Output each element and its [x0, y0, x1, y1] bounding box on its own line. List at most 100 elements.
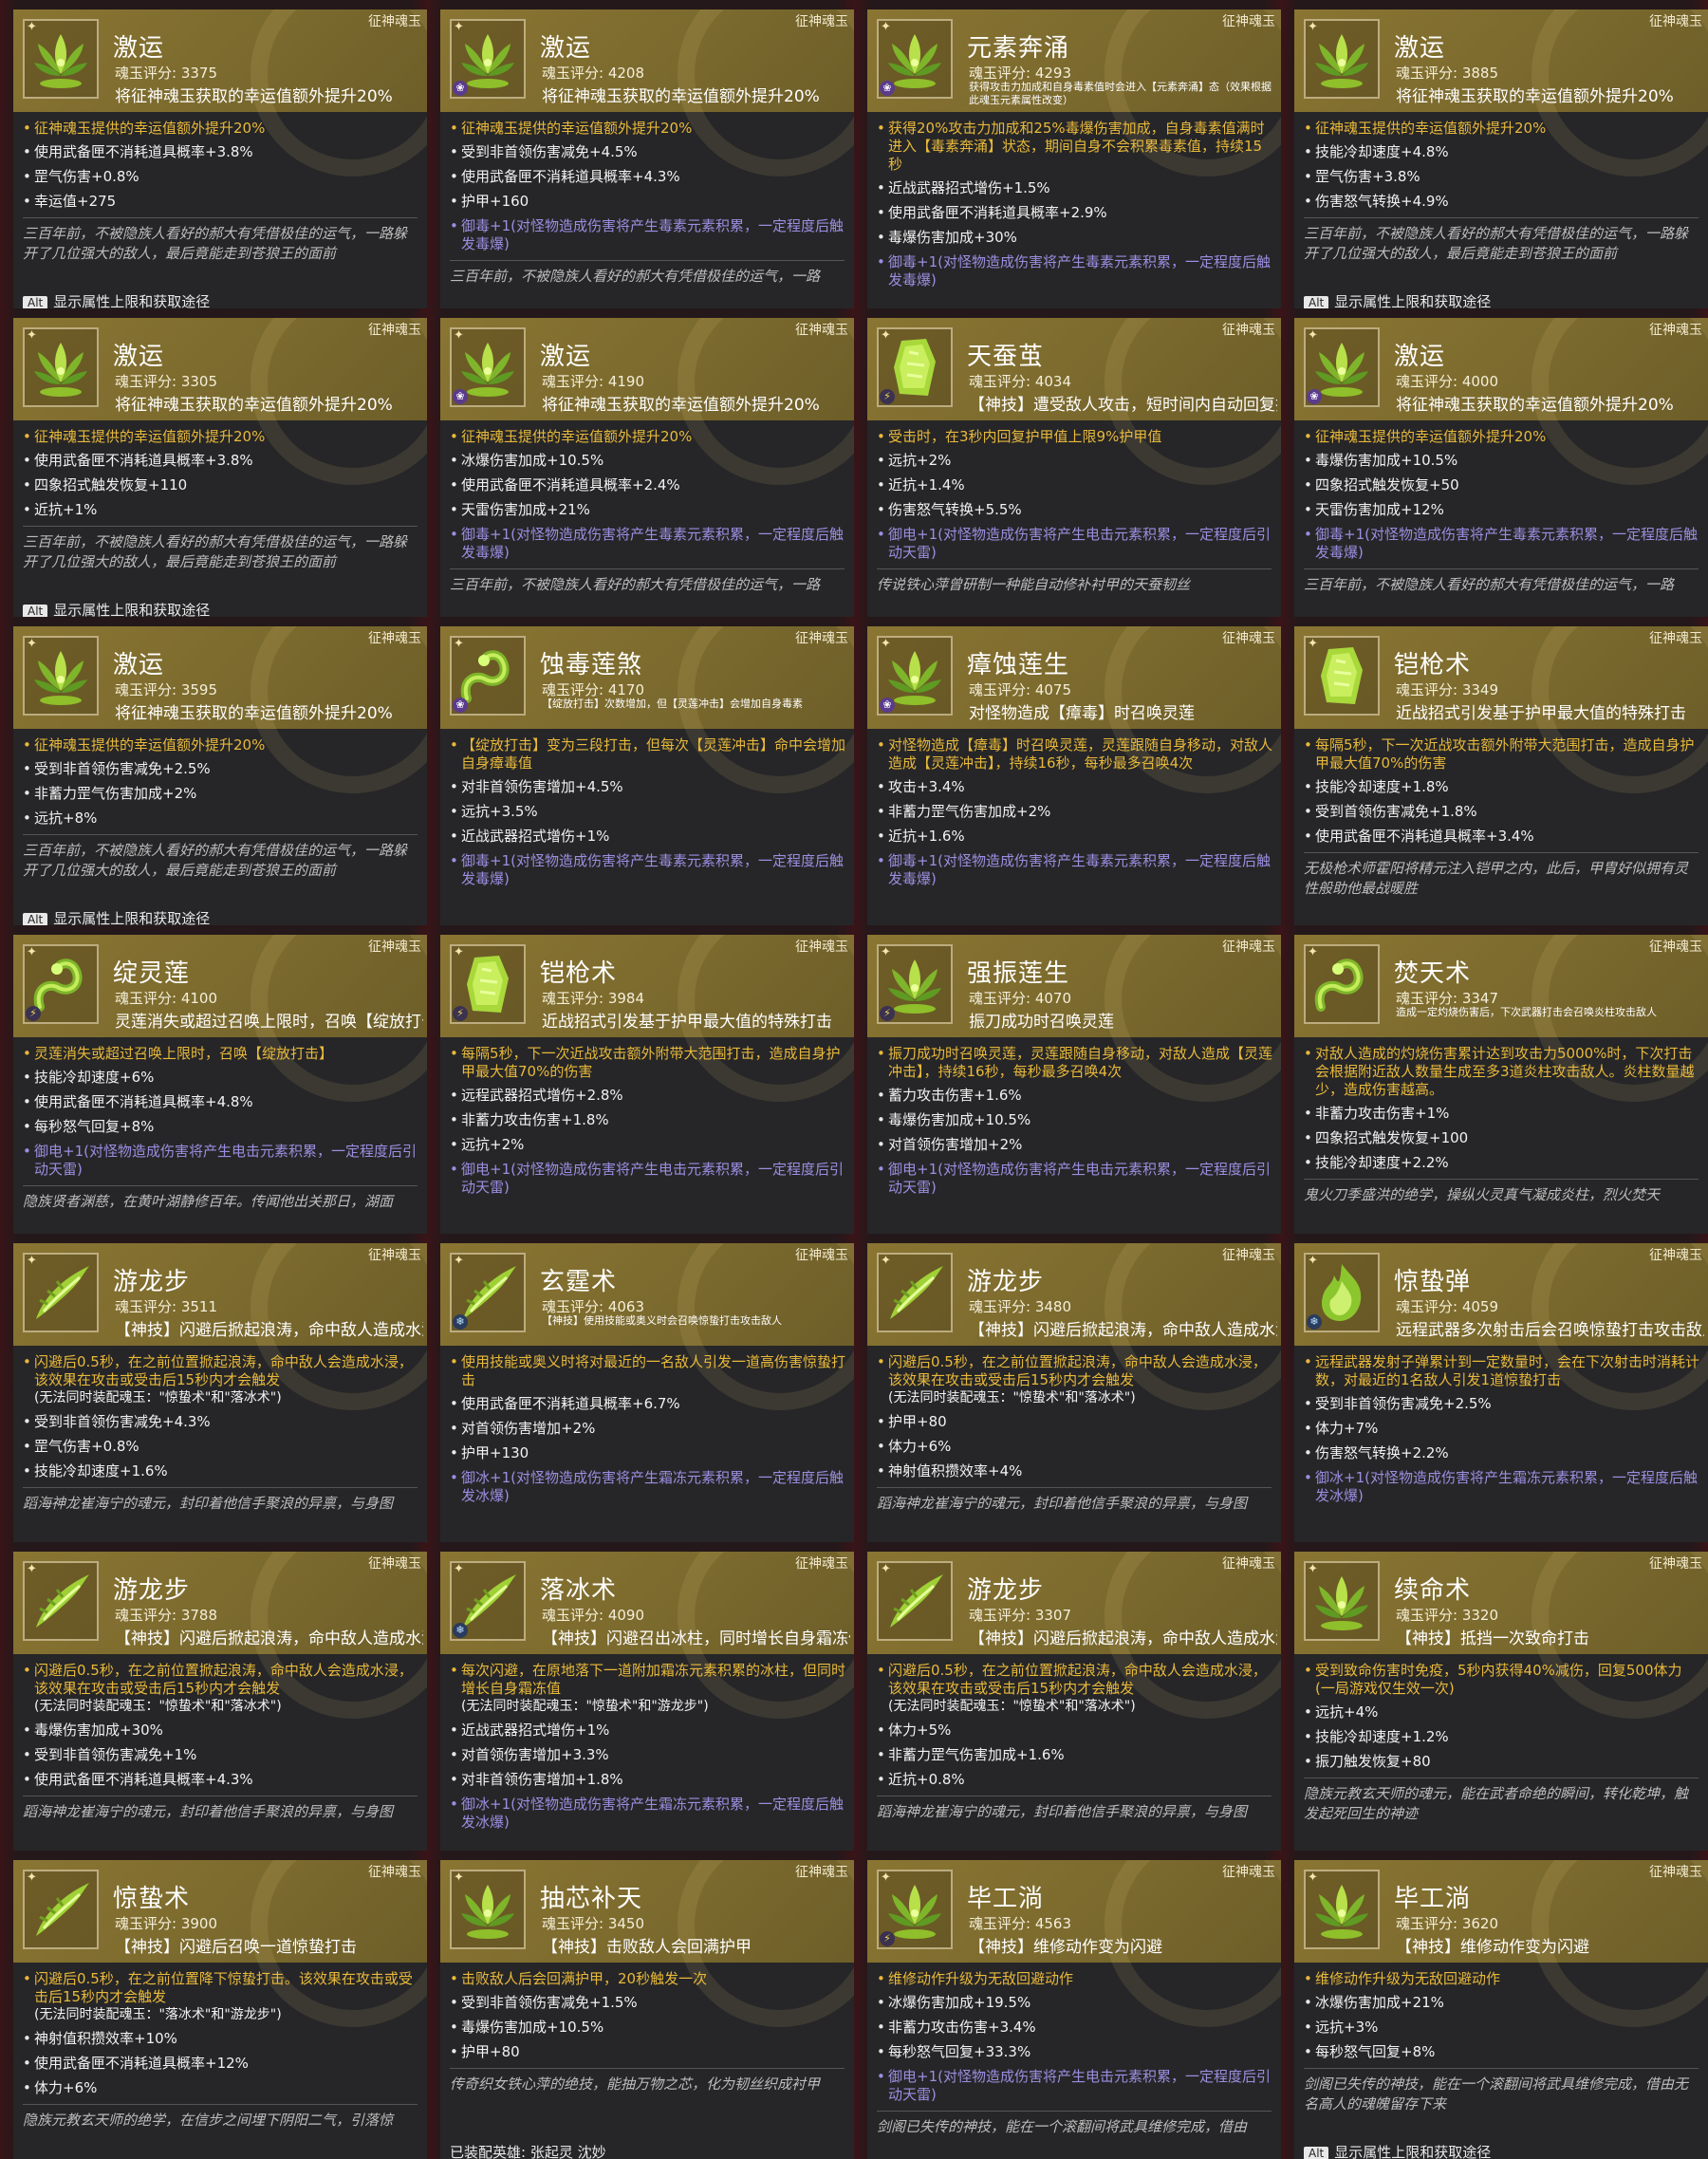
soul-jade-card[interactable]: 征神魂玉 ✦ 游龙步魂玉评分: 3788 【神技】闪避后掀起浪涛，命中敌人造成水浸闪避… [13, 1552, 427, 1851]
effect-text: 对敌人造成的灼烧伤害累计达到攻击力5000%时，下次打击会根据附近敌人数量生成至… [1315, 1045, 1695, 1098]
jade-summary: 【绽放打击】次数增加，但【灵莲冲击】会增加自身毒素 [542, 698, 803, 710]
element-effect: 御冰+1(对怪物造成伤害将产生霜冻元素积累，一定程度后触发冰爆) [450, 1796, 846, 1832]
effect-text: 御冰+1(对怪物造成伤害将产生霜冻元素积累，一定程度后触发冰爆) [461, 1469, 844, 1504]
jade-icon-frame: ✦ [450, 1870, 526, 1949]
alt-key[interactable]: Alt [1304, 296, 1329, 308]
effect-text: 御电+1(对怪物造成伤害将产生电击元素积累，一定程度后引动天雷) [888, 2068, 1271, 2103]
main-effect: 闪避后0.5秒，在之前位置掀起浪涛，命中敌人会造成水浸，该效果在攻击或受击后15… [877, 1662, 1273, 1716]
soul-jade-card[interactable]: 征神魂玉 ✦ ❀ 元素奔涌 魂玉评分: 4293 获得攻击力加成和自身毒素值时会进入【元素… [867, 9, 1281, 308]
effect-text: 体力+6% [888, 1438, 952, 1455]
soul-jade-card[interactable]: 征神魂玉✦❀激运魂玉评分: 4000将征神魂玉获取的幸运值额外提升20%征神魂玉… [1294, 318, 1708, 617]
jade-score: 魂玉评分: 3349 [1396, 681, 1498, 698]
alt-key[interactable]: Alt [23, 913, 48, 925]
lore-text: 传说铁心萍曾研制一种能自动修补衬甲的天蚕韧丝 [877, 576, 1191, 593]
element-effect: 御电+1(对怪物造成伤害将产生电击元素积累，一定程度后引动天雷) [877, 526, 1273, 562]
soul-jade-card[interactable]: 征神魂玉 ✦ 游龙步魂玉评分: 3480 【神技】闪避后掀起浪涛，命中敌人造成水浸闪避… [867, 1243, 1281, 1542]
soul-jade-card[interactable]: 征神魂玉 ✦⚡ 毕工淌魂玉评分: 4563 【神技】维修动作变为闪避维修动作升级为无敌… [867, 1860, 1281, 2159]
stat-effect: 四象招式触发恢复+110 [23, 476, 419, 494]
soul-jade-card[interactable]: 征神魂玉 ✦ ❄ 玄霆术 魂玉评分: 4063 【神技】使用技能或奥义时会召唤惊蛰打击攻击… [440, 1243, 854, 1542]
stat-effect: 罡气伤害+0.8% [23, 1438, 419, 1456]
soul-jade-card[interactable]: 征神魂玉 ✦ 抽芯补天魂玉评分: 3450 【神技】击败敌人会回满护甲击败敌人后会回满… [440, 1860, 854, 2159]
item-type-tag: 征神魂玉 [1649, 1865, 1702, 1880]
soul-jade-card[interactable]: 征神魂玉 ✦❄ 惊蛰弹魂玉评分: 4059 远程武器多次射击后会召唤惊蛰打击攻击敌人远… [1294, 1243, 1708, 1542]
effect-text: 冰爆伤害加成+21% [1315, 1994, 1444, 2011]
equipped-text: 已装配英雄: 张起灵 沈妙 [450, 2144, 606, 2159]
alt-key[interactable]: Alt [1304, 2147, 1329, 2159]
soul-jade-card[interactable]: 征神魂玉 ✦ 毕工淌魂玉评分: 3620 【神技】维修动作变为闪避维修动作升级为无敌回… [1294, 1860, 1708, 2159]
soul-jade-card[interactable]: 征神魂玉 ✦⚡ 强振莲生魂玉评分: 4070 振刀成功时召唤灵莲振刀成功时召唤灵莲，灵… [867, 935, 1281, 1234]
ice-element-icon: ❄ [453, 1314, 468, 1330]
soul-jade-card[interactable]: 征神魂玉 ✦ 续命术魂玉评分: 3320 【神技】抵挡一次致命打击受到致命伤害时免疫，… [1294, 1552, 1708, 1851]
divider [1304, 217, 1699, 218]
alt-hint-text: 显示属性上限和获取途径 [53, 293, 211, 308]
soul-jade-card[interactable]: 征神魂玉 ✦⚡ 天蚕茧魂玉评分: 4034 【神技】遭受敌人攻击，短时间内自动回复护甲… [867, 318, 1281, 617]
soul-jade-card[interactable]: 征神魂玉✦❀激运魂玉评分: 4208将征神魂玉获取的幸运值额外提升20%征神魂玉… [440, 9, 854, 308]
effect-text: 毒爆伤害加成+10.5% [1315, 452, 1458, 469]
soul-jade-card[interactable]: 征神魂玉 ✦ 游龙步魂玉评分: 3307 【神技】闪避后掀起浪涛，命中敌人造成水浸闪避… [867, 1552, 1281, 1851]
stat-effect: 技能冷却速度+2.2% [1304, 1154, 1700, 1172]
effect-text: 御毒+1(对怪物造成伤害将产生毒素元素积累，一定程度后触发毒爆) [461, 526, 844, 561]
card-cell: 征神魂玉 ✦ 激运魂玉评分: 3885 将征神魂玉获取的幸运值额外提升20% 征神魂玉提… [1281, 0, 1708, 308]
effect-list: 维修动作升级为无敌回避动作冰爆伤害加成+19.5% 非蓄力攻击伤害+3.4% 每秒怒… [867, 1963, 1281, 2104]
soul-jade-card[interactable]: 征神魂玉 ✦ 铠枪术魂玉评分: 3349 近战招式引发基于护甲最大值的特殊打击每隔5秒… [1294, 626, 1708, 925]
stat-effect: 使用武备匣不消耗道具概率+3.8% [23, 452, 419, 470]
soul-jade-card[interactable]: 征神魂玉 ✦ ❀ 蚀毒莲煞 魂玉评分: 4170 【绽放打击】次数增加，但【灵莲冲击】会增… [440, 626, 854, 925]
card-cell: 征神魂玉 ✦❄ 落冰术魂玉评分: 4090 【神技】闪避召出冰柱，同时增长自身霜冻值每… [427, 1542, 854, 1851]
effect-text: 使用武备匣不消耗道具概率+6.7% [461, 1395, 680, 1412]
card-cell: 征神魂玉 ✦⚡ 铠枪术魂玉评分: 3984 近战招式引发基于护甲最大值的特殊打击每隔5… [427, 925, 854, 1234]
element-effect: 御冰+1(对怪物造成伤害将产生霜冻元素积累，一定程度后触发冰爆) [1304, 1469, 1700, 1505]
soul-jade-card[interactable]: 征神魂玉 ✦ ⚡ 绽灵莲 魂玉评分: 4100 灵莲消失或超过召唤上限时，召唤【绽放打击】… [13, 935, 427, 1234]
effect-text: 灵莲消失或超过召唤上限时，召唤【绽放打击】 [34, 1045, 334, 1062]
effect-text: 对怪物造成【瘴毒】时召唤灵莲，灵莲跟随自身移动，对敌人造成【灵莲冲击】，持续16… [888, 736, 1273, 772]
effect-text: 御毒+1(对怪物造成伤害将产生毒素元素积累，一定程度后触发毒爆) [1315, 526, 1698, 561]
divider [1304, 1777, 1699, 1778]
jade-icon-frame: ✦ [877, 1561, 953, 1641]
soul-jade-card[interactable]: 征神魂玉 ✦ 激运魂玉评分: 3595 将征神魂玉获取的幸运值额外提升20% 征神魂玉提… [13, 626, 427, 925]
stat-effect: 四象招式触发恢复+100 [1304, 1129, 1700, 1147]
stat-effect: 使用武备匣不消耗道具概率+6.7% [450, 1395, 846, 1413]
stat-effect: 使用武备匣不消耗道具概率+4.3% [450, 168, 846, 186]
jade-name: 游龙步 [967, 1268, 1045, 1296]
stat-effect: 远抗+3% [1304, 2019, 1700, 2037]
jade-score: 魂玉评分: 3305 [115, 373, 217, 390]
electric-element-icon: ⚡ [880, 389, 895, 404]
effect-text: 御电+1(对怪物造成伤害将产生电击元素积累，一定程度后引动天雷) [888, 1161, 1271, 1196]
effect-text: 远抗+8% [34, 810, 98, 827]
effect-list: 对怪物造成【瘴毒】时召唤灵莲，灵莲跟随自身移动，对敌人造成【灵莲冲击】，持续16… [867, 729, 1281, 888]
effect-text: 受到非首领伤害减免+1.5% [461, 1994, 638, 2011]
effect-text: 受到非首领伤害减免+2.5% [34, 760, 211, 777]
soul-jade-card[interactable]: 征神魂玉 ✦❄ 落冰术魂玉评分: 4090 【神技】闪避召出冰柱，同时增长自身霜冻值每… [440, 1552, 854, 1851]
effect-list: 使用技能或奥义时将对最近的一名敌人引发一道高伤害惊蛰打击使用武备匣不消耗道具概率… [440, 1346, 854, 1505]
stat-effect: 使用武备匣不消耗道具概率+3.8% [23, 143, 419, 161]
stat-effect: 罡气伤害+0.8% [23, 168, 419, 186]
lore-text: 三百年前，不被隐族人看好的郝大有凭借极佳的运气，一路躲开了几位强大的敌人，最后竟… [1304, 225, 1689, 262]
effect-text: 征神魂玉提供的幸运值额外提升20% [461, 120, 693, 137]
alt-key[interactable]: Alt [23, 605, 48, 617]
item-type-tag: 征神魂玉 [1222, 1865, 1275, 1880]
electric-element-icon: ⚡ [26, 1006, 41, 1021]
soul-jade-card[interactable]: 征神魂玉 ✦ 激运魂玉评分: 3305 将征神魂玉获取的幸运值额外提升20% 征神魂玉提… [13, 318, 427, 617]
soul-jade-card[interactable]: 征神魂玉 ✦ 惊蛰术魂玉评分: 3900 【神技】闪避后召唤一道惊蛰打击闪避后0.5秒… [13, 1860, 427, 2159]
stat-effect: 蓄力攻击伤害+1.6% [877, 1087, 1273, 1105]
soul-jade-card[interactable]: 征神魂玉 ✦⚡ 铠枪术魂玉评分: 3984 近战招式引发基于护甲最大值的特殊打击每隔5… [440, 935, 854, 1234]
card-cell: 征神魂玉 ✦ 激运魂玉评分: 3595 将征神魂玉获取的幸运值额外提升20% 征神魂玉提… [0, 617, 427, 925]
divider [450, 260, 845, 261]
soul-jade-card[interactable]: 征神魂玉 ✦❀ 瘴蚀莲生魂玉评分: 4075 对怪物造成【瘴毒】时召唤灵莲对怪物造成【… [867, 626, 1281, 925]
alt-hint: Alt 显示属性上限和获取途径 [1304, 291, 1491, 308]
alt-key[interactable]: Alt [23, 296, 48, 308]
soul-jade-card[interactable]: 征神魂玉✦❀激运魂玉评分: 4190将征神魂玉获取的幸运值额外提升20%征神魂玉… [440, 318, 854, 617]
card-header: 征神魂玉 ✦ 铠枪术 魂玉评分: 3349 近战招式引发基于护甲最大值的特殊打击 [1294, 626, 1708, 793]
soul-jade-card[interactable]: 征神魂玉 ✦ 激运魂玉评分: 3375 将征神魂玉获取的幸运值额外提升20% 征神魂玉提… [13, 9, 427, 308]
soul-jade-card[interactable]: 征神魂玉 ✦ 游龙步魂玉评分: 3511 【神技】闪避后掀起浪涛，命中敌人造成水浸闪避… [13, 1243, 427, 1542]
stat-effect: 天雷伤害加成+21% [450, 501, 846, 519]
soul-jade-card[interactable]: 征神魂玉 ✦ 激运魂玉评分: 3885 将征神魂玉获取的幸运值额外提升20% 征神魂玉提… [1294, 9, 1708, 308]
jade-summary: 将征神魂玉获取的幸运值额外提升20% [115, 396, 393, 415]
effect-text: 对首领伤害增加+2% [888, 1136, 1023, 1153]
card-cell: 征神魂玉✦❀激运魂玉评分: 4000将征神魂玉获取的幸运值额外提升20%征神魂玉… [1281, 308, 1708, 617]
effect-text: 远抗+3.5% [461, 803, 538, 820]
jade-icon-frame: ✦ ⚡ [877, 944, 953, 1024]
item-type-tag: 征神魂玉 [1222, 323, 1275, 338]
stat-effect: 使用武备匣不消耗道具概率+12% [23, 2055, 419, 2073]
effect-text: 御冰+1(对怪物造成伤害将产生霜冻元素积累，一定程度后触发冰爆) [1315, 1469, 1698, 1504]
soul-jade-card[interactable]: 征神魂玉 ✦ 焚天术 魂玉评分: 3347 造成一定灼烧伤害后，下次武器打击会召唤炎柱攻… [1294, 935, 1708, 1234]
